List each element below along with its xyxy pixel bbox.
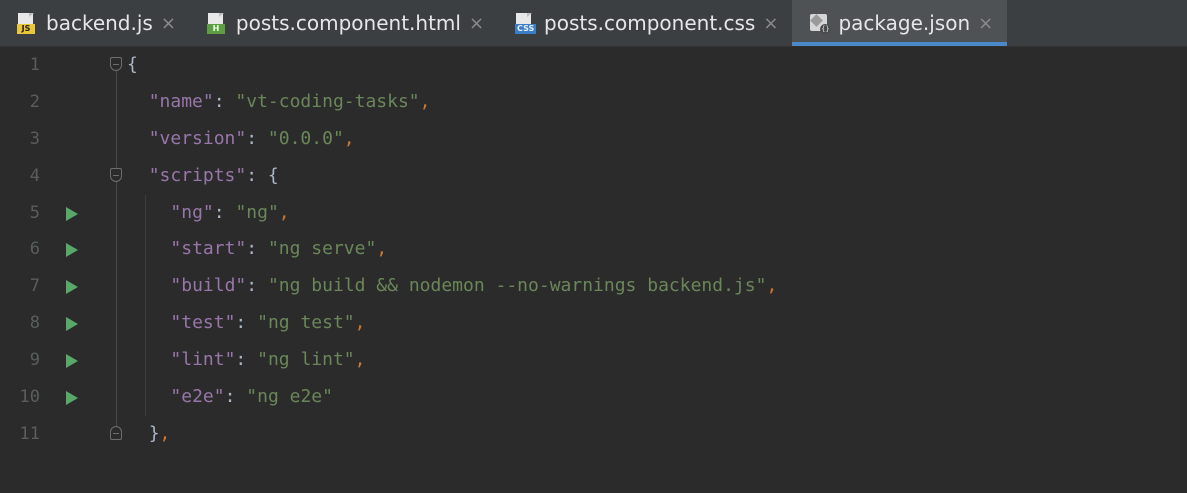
code-token: "lint" (170, 349, 236, 371)
run-script-icon[interactable] (66, 206, 78, 221)
code-line: 2 "name": "vt-coding-tasks", (0, 84, 1187, 121)
code-token: "scripts" (148, 164, 247, 186)
code-token: : (246, 275, 268, 297)
code-token: "name" (148, 90, 214, 112)
code-token: : (246, 238, 268, 260)
fold-toggle-icon[interactable] (110, 167, 122, 182)
code-line: 11}, (0, 416, 1187, 453)
code-token: { (127, 54, 138, 75)
code-token: : { (246, 164, 279, 186)
line-number: 8 (29, 313, 40, 334)
code-token: : (235, 349, 258, 371)
run-script-icon[interactable] (66, 354, 78, 369)
code-token: , (354, 349, 366, 371)
code-token: : (213, 90, 236, 112)
code-line: 1{ (0, 47, 1187, 84)
code-line: 8 "test": "ng test", (0, 305, 1187, 342)
css-file-icon: CSS (514, 12, 537, 34)
close-icon[interactable]: × (763, 13, 778, 34)
code-text: "test": "ng test", (170, 305, 365, 342)
line-number: 1 (29, 55, 40, 75)
run-script-icon[interactable] (66, 243, 78, 258)
code-token: : (213, 201, 236, 223)
close-icon[interactable]: × (469, 13, 484, 34)
code-text: "ng": "ng", (170, 195, 289, 232)
code-token: : (246, 127, 268, 149)
editor-tab-bar: JS backend.js × Hposts.component.html × CSS po… (0, 0, 1187, 47)
code-token: , (343, 127, 355, 149)
json-file-icon: {} (808, 12, 831, 34)
tab-backend-js[interactable]: JS backend.js × (0, 0, 190, 46)
tab-label: backend.js (46, 11, 153, 35)
code-token: "test" (170, 312, 236, 334)
code-token: : (224, 386, 247, 408)
fold-toggle-icon[interactable] (110, 426, 122, 440)
code-line: 5 "ng": "ng", (0, 195, 1187, 232)
code-token: : (235, 312, 258, 334)
fold-range-line (116, 71, 117, 426)
line-number: 10 (19, 387, 40, 408)
line-number: 6 (29, 239, 40, 260)
code-token: } (148, 422, 160, 444)
code-text: "version": "0.0.0", (149, 121, 355, 158)
tab-label: package.json (838, 11, 971, 35)
code-token: "start" (170, 238, 247, 260)
code-text: "lint": "ng lint", (170, 342, 365, 379)
code-token: "e2e" (170, 386, 225, 408)
close-icon[interactable]: × (161, 13, 176, 34)
code-token: , (278, 201, 290, 223)
code-text: "name": "vt-coding-tasks", (149, 84, 431, 121)
tab-posts-component-html[interactable]: Hposts.component.html × (190, 0, 498, 46)
code-text: { (127, 47, 138, 84)
code-line: 4 "scripts": { (0, 158, 1187, 195)
code-line: 7 "build": "ng build && nodemon --no-warn… (0, 268, 1187, 305)
html-file-icon: H (206, 12, 228, 34)
line-number: 11 (19, 423, 40, 444)
code-area[interactable]: 1{2 "name": "vt-coding-tasks", 3 "version":… (0, 47, 1187, 493)
code-text: "build": "ng build && nodemon --no-warni… (170, 268, 777, 305)
code-token: , (766, 275, 778, 297)
code-token: "build" (170, 275, 247, 297)
fold-toggle-icon[interactable] (110, 57, 122, 71)
line-number: 5 (29, 202, 40, 223)
code-line: 9 "lint": "ng lint", (0, 342, 1187, 379)
code-token: "ng build && nodemon --no-warnings backe… (267, 275, 767, 297)
code-token: "ng" (170, 201, 214, 223)
run-script-icon[interactable] (66, 280, 78, 295)
line-number: 2 (29, 91, 40, 112)
code-line: 3 "version": "0.0.0", (0, 121, 1187, 158)
line-number: 9 (29, 350, 40, 371)
code-token: "ng test" (257, 312, 355, 334)
code-token: , (376, 238, 388, 260)
code-token: , (419, 90, 431, 112)
js-file-icon: JS (16, 12, 38, 34)
code-token: "ng" (235, 201, 279, 223)
line-number: 7 (29, 276, 40, 297)
code-token: "0.0.0" (267, 127, 344, 149)
code-token: "vt-coding-tasks" (235, 90, 420, 112)
code-text: "scripts": { (149, 158, 279, 195)
line-number: 3 (29, 128, 40, 149)
run-script-icon[interactable] (66, 391, 78, 406)
tab-package-json[interactable]: {} package.json × (792, 0, 1008, 46)
code-token: , (354, 312, 366, 334)
tab-label: posts.component.html (235, 11, 461, 35)
code-token: , (159, 422, 171, 444)
code-text: "e2e": "ng e2e" (170, 379, 333, 416)
line-number: 4 (29, 165, 40, 186)
code-text: "start": "ng serve", (170, 231, 387, 268)
code-line: 10 "e2e": "ng e2e" (0, 379, 1187, 416)
code-editor: JS backend.js × Hposts.component.html × CSS po… (0, 0, 1187, 493)
code-token: "ng serve" (267, 238, 377, 260)
code-token: "version" (148, 127, 247, 149)
code-token: "ng e2e" (246, 386, 333, 408)
code-line: 6 "start": "ng serve", (0, 231, 1187, 268)
run-script-icon[interactable] (66, 317, 78, 332)
tab-posts-component-css[interactable]: CSS posts.component.css × (498, 0, 792, 46)
close-icon[interactable]: × (978, 13, 993, 34)
tab-label: posts.component.css (544, 11, 756, 35)
indent-guide (144, 194, 146, 416)
code-token: "ng lint" (257, 349, 355, 371)
code-text: }, (149, 416, 171, 453)
